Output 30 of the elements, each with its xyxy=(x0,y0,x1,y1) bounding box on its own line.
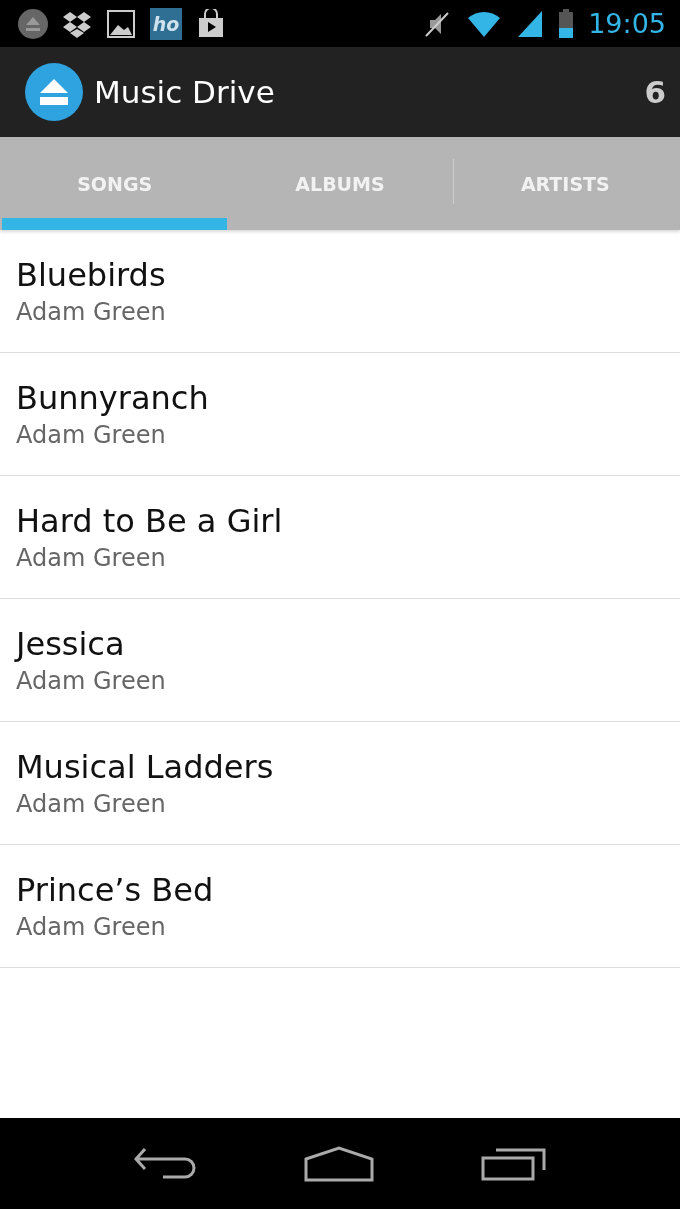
song-row[interactable]: Bunnyranch Adam Green xyxy=(0,353,680,476)
song-row[interactable]: Hard to Be a Girl Adam Green xyxy=(0,476,680,599)
song-row[interactable]: Bluebirds Adam Green xyxy=(0,230,680,353)
song-artist: Adam Green xyxy=(16,421,166,449)
song-artist: Adam Green xyxy=(16,667,166,695)
back-icon[interactable] xyxy=(133,1146,198,1181)
song-artist: Adam Green xyxy=(16,790,166,818)
song-row[interactable]: Musical Ladders Adam Green xyxy=(0,722,680,845)
song-title: Bunnyranch xyxy=(16,379,209,417)
app-title: Music Drive xyxy=(94,74,276,110)
song-artist: Adam Green xyxy=(16,298,166,326)
song-title: Prince’s Bed xyxy=(16,871,214,909)
song-count: 6 xyxy=(644,74,666,110)
eject-icon xyxy=(18,8,48,39)
image-icon xyxy=(106,8,136,39)
song-artist: Adam Green xyxy=(16,913,166,941)
clock: 19:05 xyxy=(588,8,666,39)
home-icon[interactable] xyxy=(304,1145,374,1182)
song-title: Jessica xyxy=(16,625,125,663)
recent-apps-icon[interactable] xyxy=(480,1146,547,1181)
battery-icon xyxy=(558,8,575,39)
app-logo: ho xyxy=(150,7,182,40)
song-row[interactable]: Jessica Adam Green xyxy=(0,599,680,722)
song-title: Hard to Be a Girl xyxy=(16,502,283,540)
song-title: Bluebirds xyxy=(16,256,166,294)
song-artist: Adam Green xyxy=(16,544,166,572)
song-row[interactable]: Prince’s Bed Adam Green xyxy=(0,845,680,968)
shopping-bag-icon xyxy=(196,8,226,39)
eject-icon xyxy=(24,62,84,122)
song-title: Musical Ladders xyxy=(16,748,274,786)
